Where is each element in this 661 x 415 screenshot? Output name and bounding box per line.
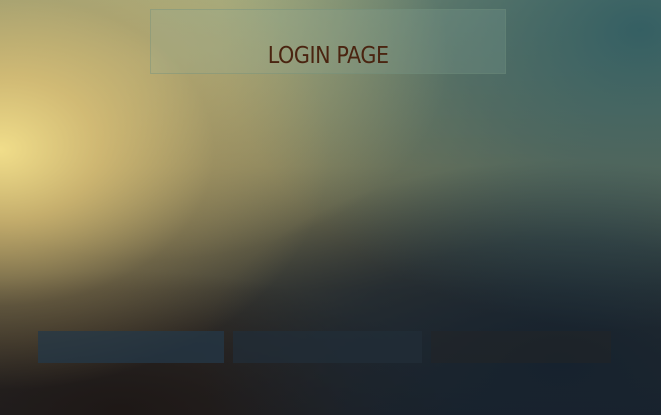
footer-tab-3[interactable]	[431, 331, 611, 363]
page-title: LOGIN PAGE	[267, 43, 389, 69]
title-banner: LOGIN PAGE	[150, 9, 506, 74]
footer-tab-2[interactable]	[233, 331, 422, 363]
footer-tab-1[interactable]	[38, 331, 224, 363]
